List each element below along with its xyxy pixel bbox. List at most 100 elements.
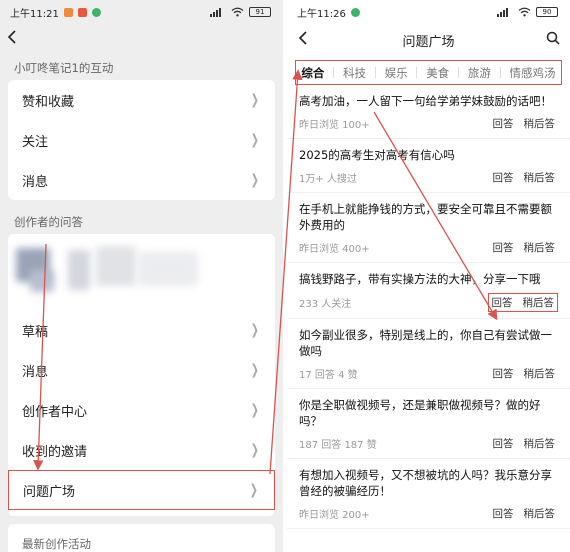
answer-later-button[interactable]: 稍后答 <box>524 240 556 255</box>
wifi-icon <box>231 7 244 17</box>
latest-activity-card: 最新创作活动 <box>8 524 275 552</box>
question-meta: 昨日浏览 200+ <box>299 510 370 521</box>
menu-item-invitations[interactable]: 收到的邀请 ❯ <box>8 430 275 470</box>
category-tabs: 综合 科技 娱乐 美食 旅游 情感鸡汤 <box>295 60 562 85</box>
tab-tech[interactable]: 科技 <box>341 65 368 81</box>
tab-divider <box>499 67 501 78</box>
status-bar: 上午11:21 91 <box>0 0 283 24</box>
answer-button[interactable]: 回答 <box>492 295 513 310</box>
signal-icon <box>497 7 513 17</box>
question-title: 有想加入视频号，又不想被坑的人吗？我乐意分享曾经的被骗经历！ <box>299 468 552 498</box>
question-item[interactable]: 高考加油，一人留下一句给学弟学妹鼓励的话吧！ 昨日浏览 100+ 回答 稍后答 <box>287 85 570 139</box>
status-time: 上午11:21 <box>10 8 59 20</box>
page-header: 问题广场 <box>287 24 570 56</box>
question-item[interactable]: 搞钱野路子，带有实操方法的大神，分享一下哦 233 人关注 回答 稍后答 <box>287 263 570 319</box>
tab-emotion[interactable]: 情感鸡汤 <box>508 65 558 81</box>
answer-later-button[interactable]: 稍后答 <box>524 506 556 521</box>
question-item[interactable]: 有想加入视频号，又不想被坑的人吗？我乐意分享曾经的被骗经历！ 昨日浏览 200+… <box>287 459 570 529</box>
answer-later-button[interactable]: 稍后答 <box>524 436 556 451</box>
app-notification-icon <box>77 7 87 17</box>
question-title: 搞钱野路子，带有实操方法的大神，分享一下哦 <box>299 272 541 286</box>
search-icon[interactable] <box>546 31 560 45</box>
question-meta: 17 回答 4 赞 <box>299 370 358 381</box>
chevron-right-icon: ❯ <box>251 132 260 148</box>
question-meta: 昨日浏览 100+ <box>299 120 370 131</box>
page-title: 问题广场 <box>402 34 455 50</box>
menu-item-label: 消息 <box>22 364 49 380</box>
menu-item-drafts[interactable]: 草稿 ❯ <box>8 310 275 350</box>
qa-card: 草稿 ❯ 消息 ❯ 创作者中心 ❯ 收到的邀请 ❯ 问题广场 ❯ <box>8 234 275 516</box>
answer-button[interactable]: 回答 <box>493 170 514 185</box>
battery-icon: 91 <box>249 7 271 17</box>
question-title: 高考加油，一人留下一句给学弟学妹鼓励的话吧！ <box>299 94 552 108</box>
menu-item-follow[interactable]: 关注 ❯ <box>8 120 275 160</box>
tab-divider <box>458 67 460 78</box>
tab-divider <box>416 67 418 78</box>
answer-later-button[interactable]: 稍后答 <box>524 366 556 381</box>
status-bar: 上午11:26 90 <box>287 0 570 24</box>
question-title: 如今副业很多，特别是线上的，你自己有尝试做一做吗 <box>299 328 552 358</box>
question-meta: 233 人关注 <box>299 299 352 310</box>
interactions-card: 赞和收藏 ❯ 关注 ❯ 消息 ❯ <box>8 80 275 200</box>
menu-item-label: 收到的邀请 <box>22 444 88 460</box>
tab-divider <box>333 67 335 78</box>
chevron-right-icon: ❯ <box>251 92 260 108</box>
question-title: 在手机上就能挣钱的方式，要安全可靠且不需要额外费用的 <box>299 202 552 232</box>
chevron-right-icon: ❯ <box>251 442 260 458</box>
back-icon[interactable] <box>6 29 20 45</box>
menu-item-qa-messages[interactable]: 消息 ❯ <box>8 350 275 390</box>
app-notification-icon <box>91 7 101 17</box>
question-item[interactable]: 在手机上就能挣钱的方式，要安全可靠且不需要额外费用的 昨日浏览 400+ 回答稍… <box>287 193 570 263</box>
menu-item-label: 创作者中心 <box>22 404 88 420</box>
menu-item-creator-center[interactable]: 创作者中心 ❯ <box>8 390 275 430</box>
answer-button[interactable]: 回答 <box>493 116 514 131</box>
answer-later-button[interactable]: 稍后答 <box>524 116 556 131</box>
chevron-right-icon: ❯ <box>251 172 260 188</box>
tab-general[interactable]: 综合 <box>299 65 326 81</box>
back-icon[interactable] <box>297 30 311 46</box>
left-screen: 上午11:21 91 小叮咚笔记1的互动 赞和收藏 ❯ 关注 ❯ 消息 ❯ 创作… <box>0 0 283 552</box>
answer-button[interactable]: 回答 <box>493 436 514 451</box>
menu-item-label: 赞和收藏 <box>22 94 75 110</box>
question-item[interactable]: 你是全职做视频号，还是兼职做视频号？做的好吗？ 187 回答 187 赞 回答稍… <box>287 389 570 459</box>
app-notification-icon <box>350 7 360 17</box>
answer-button[interactable]: 回答 <box>493 366 514 381</box>
menu-item-likes[interactable]: 赞和收藏 ❯ <box>8 80 275 120</box>
menu-item-label: 关注 <box>22 134 49 150</box>
menu-item-label: 草稿 <box>22 324 49 340</box>
menu-item-label: 问题广场 <box>23 484 76 500</box>
signal-icon <box>210 7 226 17</box>
chevron-right-icon: ❯ <box>251 322 260 338</box>
question-meta: 187 回答 187 赞 <box>299 440 377 451</box>
question-title: 2025的高考生对高考有信心吗 <box>299 148 455 162</box>
tab-entertainment[interactable]: 娱乐 <box>383 65 410 81</box>
question-meta: 昨日浏览 400+ <box>299 244 370 255</box>
section-title-latest: 最新创作活动 <box>22 537 91 551</box>
tab-food[interactable]: 美食 <box>424 65 451 81</box>
chevron-right-icon: ❯ <box>250 482 259 498</box>
blurred-content <box>8 234 275 310</box>
answer-later-button[interactable]: 稍后答 <box>523 295 555 310</box>
status-time: 上午11:26 <box>297 8 346 20</box>
menu-item-question-square[interactable]: 问题广场 ❯ <box>8 470 275 510</box>
answer-button[interactable]: 回答 <box>493 506 514 521</box>
question-title: 你是全职做视频号，还是兼职做视频号？做的好吗？ <box>299 398 541 428</box>
menu-item-messages[interactable]: 消息 ❯ <box>8 160 275 200</box>
section-title-interactions: 小叮咚笔记1的互动 <box>14 61 114 75</box>
question-meta: 1万+ 人搜过 <box>299 174 357 185</box>
answer-button[interactable]: 回答 <box>493 240 514 255</box>
question-item[interactable]: 如今副业很多，特别是线上的，你自己有尝试做一做吗 17 回答 4 赞 回答 稍后答 <box>287 319 570 389</box>
section-title-qa: 创作者的问答 <box>14 215 83 229</box>
menu-item-label: 消息 <box>22 174 49 190</box>
highlighted-actions: 回答 稍后答 <box>487 293 558 312</box>
battery-icon: 90 <box>536 7 558 17</box>
answer-later-button[interactable]: 稍后答 <box>524 170 556 185</box>
wifi-icon <box>518 7 531 17</box>
chevron-right-icon: ❯ <box>251 362 260 378</box>
app-notification-icon <box>63 7 73 17</box>
question-item[interactable]: 2025的高考生对高考有信心吗 1万+ 人搜过 回答 稍后答 <box>287 139 570 193</box>
tab-divider <box>374 67 376 78</box>
right-screen: 上午11:26 90 问题广场 综合 科技 娱乐 美食 旅游 情感鸡汤 高考加油… <box>287 0 570 552</box>
tab-travel[interactable]: 旅游 <box>466 65 493 81</box>
question-list: 高考加油，一人留下一句给学弟学妹鼓励的话吧！ 昨日浏览 100+ 回答 稍后答 2… <box>287 85 570 529</box>
